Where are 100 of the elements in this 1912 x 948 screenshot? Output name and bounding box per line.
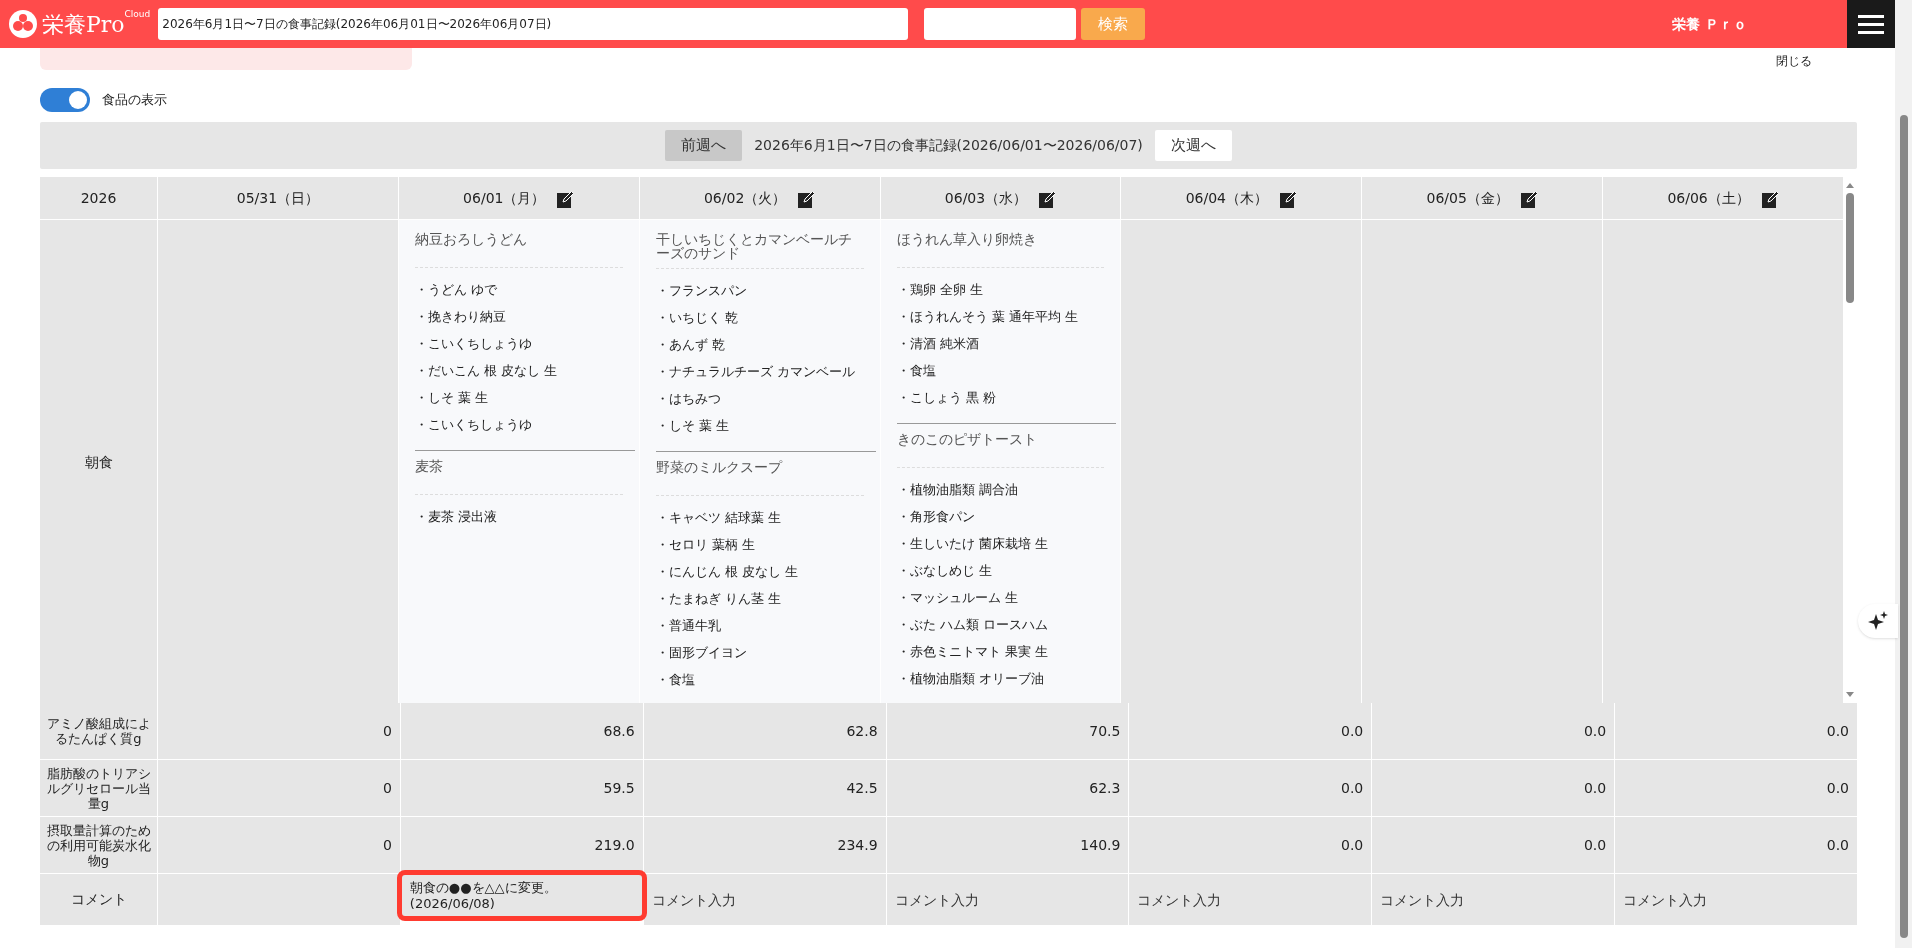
food-item: ・こいくちしょうゆ (414, 416, 532, 433)
toggle-label: 食品の表示 (102, 91, 167, 110)
nutrient-value: 0 (158, 817, 400, 873)
food-item: ・いちじく 乾 (655, 309, 738, 326)
nutrient-value: 42.5 (643, 760, 886, 816)
food-item: ・ほうれんそう 葉 通年平均 生 (896, 308, 1078, 325)
nutrient-value: 140.9 (886, 817, 1129, 873)
food-item: ・たまねぎ りん茎 生 (655, 590, 781, 607)
input-field[interactable] (924, 8, 1077, 40)
logo-icon (8, 9, 38, 39)
food-item: ・ナチュラルチーズ カマンベール (655, 363, 855, 380)
food-item: ・食塩 (896, 362, 936, 379)
scroll-down-icon[interactable] (1845, 691, 1855, 699)
scroll-up-icon[interactable] (1845, 181, 1855, 189)
next-week-button[interactable]: 次週へ (1154, 130, 1232, 161)
food-item: ・セロリ 葉柄 生 (655, 536, 755, 553)
comment-input[interactable]: コメント入力 (886, 874, 1129, 925)
food-item: ・しそ 葉 生 (655, 417, 729, 434)
nutrient-value: 62.8 (643, 703, 886, 759)
scrollbar-thumb[interactable] (1846, 193, 1854, 303)
nutrient-value: 234.9 (643, 817, 886, 873)
comment-input[interactable]: コメント入力 (1615, 874, 1857, 925)
week-title: 2026年6月1日〜7日の食事記録(2026/06/01〜2026/06/07) (754, 136, 1143, 155)
search-field[interactable]: 2026年6月1日〜7日の食事記録(2026年06月01日〜2026年06月07日) (158, 8, 909, 40)
food-item: ・挽きわり納豆 (414, 308, 506, 325)
comment-input[interactable]: コメント入力 (1129, 874, 1372, 925)
sparkle-icon (1868, 611, 1888, 631)
nutrient-value: 0.0 (1129, 703, 1372, 759)
food-item: ・はちみつ (655, 390, 721, 407)
food-item: ・あんず 乾 (655, 336, 725, 353)
nutrient-value: 70.5 (886, 703, 1129, 759)
menu-button[interactable] (1847, 0, 1895, 48)
nutrient-value: 0.0 (1372, 703, 1615, 759)
food-item: ・しそ 葉 生 (414, 389, 489, 406)
nutrient-value: 0.0 (1615, 760, 1857, 816)
edit-icon[interactable] (557, 188, 575, 208)
dish-name: 納豆おろしうどん (414, 232, 528, 246)
comment-label: コメント (40, 874, 157, 925)
nutrient-value: 59.5 (400, 760, 643, 816)
food-item: ・こいくちしょうゆ (414, 335, 532, 352)
nutrient-value: 62.3 (886, 760, 1129, 816)
food-item: ・清酒 純米酒 (896, 335, 979, 352)
nutrient-label: 摂取量計算のための利用可能炭水化物g (40, 817, 157, 873)
nutrient-value: 0.0 (1615, 817, 1857, 873)
scrollbar-thumb[interactable] (1899, 115, 1908, 938)
food-item: ・生しいたけ 菌床栽培 生 (896, 535, 1048, 552)
day-date: 05/31（日） (236, 188, 320, 208)
food-item: ・こしょう 黒 粉 (896, 389, 996, 406)
nutrient-value: 219.0 (400, 817, 643, 873)
edit-icon[interactable] (1520, 188, 1538, 208)
food-item: ・ぶた ハム類 ロースハム (896, 616, 1048, 633)
food-item: ・キャベツ 結球葉 生 (655, 509, 781, 526)
food-item: ・固形ブイヨン (655, 644, 747, 661)
ai-assistant-button[interactable] (1858, 604, 1898, 638)
day-date: 06/03（水） (944, 188, 1028, 208)
dish-name: 麦茶 (414, 459, 444, 473)
toggle-switch[interactable] (40, 88, 90, 112)
nutrient-value: 0 (158, 703, 400, 759)
food-item: ・フランスパン (655, 282, 747, 299)
nutrient-value: 0.0 (1129, 760, 1372, 816)
nutrient-label: 脂肪酸のトリアシルグリセロール当量g (40, 760, 157, 816)
dish-name: 干しいちじくとカマンベールチーズのサンド (655, 232, 853, 260)
food-item: ・ぶなしめじ 生 (896, 562, 992, 579)
meal-label: 朝食 (40, 220, 157, 703)
nutrient-value: 0 (158, 760, 400, 816)
edit-icon[interactable] (1039, 188, 1057, 208)
food-item: ・マッシュルーム 生 (896, 589, 1018, 606)
edit-icon[interactable] (1280, 188, 1298, 208)
food-item: ・麦茶 浸出液 (414, 508, 497, 525)
day-date: 06/01（月） (463, 188, 546, 208)
day-date: 06/05（金） (1426, 188, 1509, 208)
day-date: 06/02（火） (703, 188, 787, 208)
food-item: ・赤色ミニトマト 果実 生 (896, 643, 1048, 660)
food-item: ・食塩 (655, 671, 695, 688)
dish-name: ほうれん草入り卵焼き (896, 232, 1038, 246)
food-item: ・うどん ゆで (414, 281, 497, 298)
logo-superscript: Cloud (124, 8, 151, 19)
food-item: ・植物油脂類 調合油 (896, 481, 1018, 498)
comment-text[interactable]: 朝食の●●を△△に変更。 (2026/06/08) (396, 870, 647, 921)
year-header: 2026 (40, 177, 157, 219)
comment-input[interactable]: コメント入力 (1372, 874, 1615, 925)
nutrient-value: 0.0 (1129, 817, 1372, 873)
nutrient-value: 0.0 (1615, 703, 1857, 759)
page-scrollbar[interactable] (1895, 0, 1912, 948)
food-item: ・鶏卵 全卵 生 (896, 281, 983, 298)
nutrient-value: 0.0 (1372, 817, 1615, 873)
food-item: ・だいこん 根 皮なし 生 (414, 362, 558, 379)
nutrient-value: 68.6 (400, 703, 643, 759)
prev-week-button[interactable]: 前週へ (665, 130, 743, 161)
edit-icon[interactable] (798, 188, 816, 208)
dish-name: 野菜のミルクスープ (655, 460, 784, 474)
nutrient-label: アミノ酸組成によるたんぱく質g (40, 703, 157, 759)
nutrient-value: 0.0 (1372, 760, 1615, 816)
food-item: ・角形食パン (896, 508, 975, 525)
food-item: ・植物油脂類 オリーブ油 (896, 670, 1044, 687)
edit-icon[interactable] (1761, 188, 1779, 208)
comment-input[interactable]: コメント入力 (643, 874, 886, 925)
logo-text: 栄養Pro (42, 11, 125, 39)
close-link[interactable]: 閉じる (1776, 52, 1812, 70)
day-date: 06/04（木） (1185, 188, 1269, 208)
